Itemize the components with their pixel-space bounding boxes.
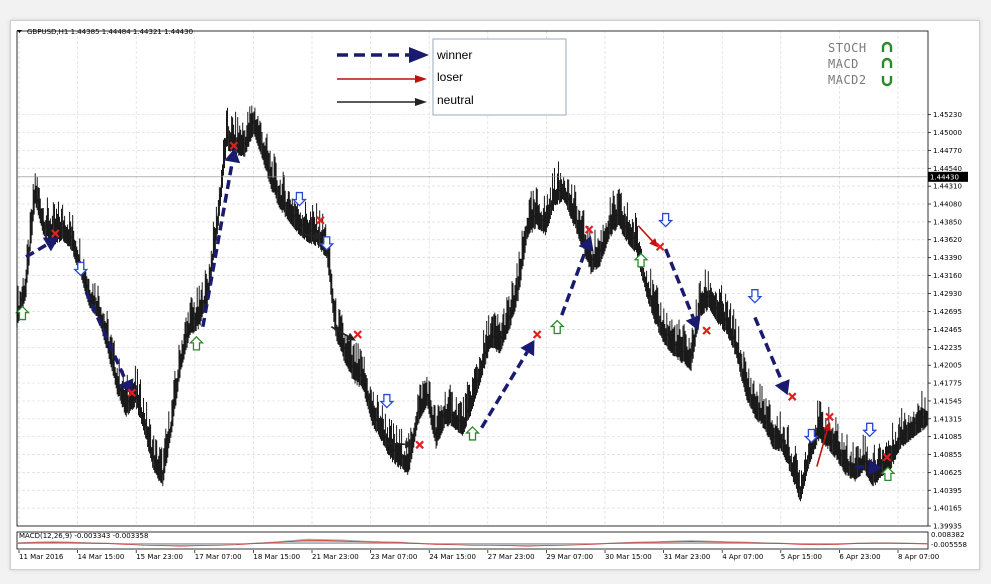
exit-x-icon	[532, 330, 542, 339]
price-series	[16, 105, 929, 502]
trade-arrowhead-icon	[774, 379, 790, 396]
trade-line-winner	[664, 248, 695, 319]
y-tick-label: 1.42235	[933, 344, 962, 352]
y-tick-label: 1.42695	[933, 308, 962, 316]
price-bars	[16, 105, 928, 502]
x-tick-label: 6 Apr 23:00	[839, 553, 880, 561]
trade-line-winner	[560, 248, 588, 316]
legend-winner-label: winner	[436, 48, 472, 62]
legend-neutral-arrow-icon	[415, 98, 427, 106]
legend-neutral-label: neutral	[437, 93, 474, 107]
x-tick-label: 4 Apr 07:00	[722, 553, 763, 561]
y-tick-label: 1.42005	[933, 362, 962, 370]
y-tick-label: 1.41545	[933, 397, 962, 405]
y-tick-label: 1.40625	[933, 469, 962, 477]
signal-down-arrow-icon	[747, 289, 763, 304]
y-tick-label: 1.43850	[933, 218, 962, 226]
x-tick-label: 29 Mar 07:00	[546, 553, 593, 561]
legend-loser-arrow-icon	[415, 75, 427, 83]
trade-line-winner	[480, 351, 529, 429]
y-tick-label: 1.44310	[933, 183, 962, 191]
y-tick-label: 1.40855	[933, 451, 962, 459]
signal-up-arrow-icon	[549, 319, 565, 335]
x-tick-label: 21 Mar 23:00	[312, 553, 359, 561]
exit-x-icon	[825, 412, 834, 422]
y-tick-label: 1.40165	[933, 505, 962, 513]
x-tick-label: 18 Mar 15:00	[253, 553, 300, 561]
trade-line-neutral	[384, 442, 406, 446]
indicator-up-icon	[881, 57, 893, 68]
y-tick-label: 1.45230	[933, 111, 962, 119]
indicator-macd2-label: MACD2	[828, 73, 867, 87]
macd-label: MACD(12,26,9) -0.003343 -0.003358	[19, 532, 148, 540]
x-tick-label: 27 Mar 23:00	[488, 553, 535, 561]
signal-up-arrow-icon	[633, 252, 649, 268]
y-tick-label: 1.45000	[933, 129, 962, 137]
exit-x-icon	[702, 326, 711, 335]
signal-down-arrow-icon	[658, 212, 674, 228]
x-tick-label: 31 Mar 23:00	[664, 553, 711, 561]
y-tick-label: 1.42465	[933, 326, 962, 334]
x-tick-label: 14 Mar 15:00	[78, 553, 125, 561]
y-tick-label: 1.41315	[933, 415, 962, 423]
indicator-status: STOCH MACD MACD2	[828, 41, 893, 87]
indicator-down-icon	[881, 76, 893, 87]
price-tag-text: 1.44430	[930, 173, 959, 181]
y-tick-label: 1.39935	[933, 523, 962, 531]
indicator-macd-label: MACD	[828, 57, 859, 71]
exit-x-icon	[787, 392, 797, 401]
macd-subwindow	[16, 531, 929, 550]
y-tick-label: 1.41085	[933, 433, 962, 441]
y-tick-label: 1.42930	[933, 290, 962, 298]
y-tick-label: 1.43620	[933, 236, 962, 244]
indicator-stoch-label: STOCH	[828, 41, 867, 55]
x-tick-label: 24 Mar 15:00	[429, 553, 476, 561]
macd-border	[16, 531, 929, 550]
y-tick-label: 1.43390	[933, 254, 962, 262]
chart-title: GBPUSD,H1 1.44385 1.44484 1.44321 1.4443…	[17, 28, 193, 36]
signal-up-arrow-icon	[188, 335, 205, 351]
x-tick-label: 30 Mar 15:00	[605, 553, 652, 561]
trade-line-winner	[84, 291, 128, 383]
trade-line-winner	[753, 316, 784, 383]
x-tick-label: 17 Mar 07:00	[195, 553, 242, 561]
title-triangle-icon	[17, 30, 22, 33]
exit-x-icon	[415, 440, 424, 450]
chart-canvas[interactable]: 1.45230 1.45000 1.44770 1.44540 1.44310 1.440…	[11, 21, 979, 569]
x-tick-label: 11 Mar 2016	[19, 553, 64, 561]
indicator-up-icon	[881, 41, 893, 52]
y-tick-label: 1.44540	[933, 165, 962, 173]
chart-title-text: GBPUSD,H1 1.44385 1.44484 1.44321 1.4443…	[27, 28, 193, 36]
y-tick-label: 1.41775	[933, 380, 962, 388]
x-tick-label: 15 Mar 23:00	[136, 553, 183, 561]
macd-tick-top: 0.008382	[931, 531, 964, 539]
exit-x-icon	[584, 225, 594, 234]
y-tick-label: 1.43160	[933, 272, 962, 280]
macd-signal-line	[16, 539, 929, 547]
legend-loser-label: loser	[437, 70, 463, 84]
x-tick-label: 23 Mar 07:00	[371, 553, 418, 561]
legend: winner loser neutral	[337, 38, 567, 116]
exit-x-icon	[353, 330, 362, 339]
y-tick-label: 1.44080	[933, 201, 962, 209]
signal-up-arrow-icon	[464, 426, 481, 441]
macd-tick-bottom: -0.005558	[931, 541, 967, 549]
y-tick-label: 1.44770	[933, 147, 962, 155]
trade-line-loser	[637, 225, 653, 242]
legend-winner-arrow-icon	[409, 47, 429, 63]
chart-window: 1.45230 1.45000 1.44770 1.44540 1.44310 1.440…	[10, 20, 980, 570]
x-tick-label: 5 Apr 15:00	[781, 553, 822, 561]
current-price-tag: 1.44430	[928, 171, 968, 182]
y-tick-label: 1.40395	[933, 487, 962, 495]
x-tick-label: 8 Apr 07:00	[898, 553, 939, 561]
signal-down-arrow-icon	[862, 422, 878, 438]
